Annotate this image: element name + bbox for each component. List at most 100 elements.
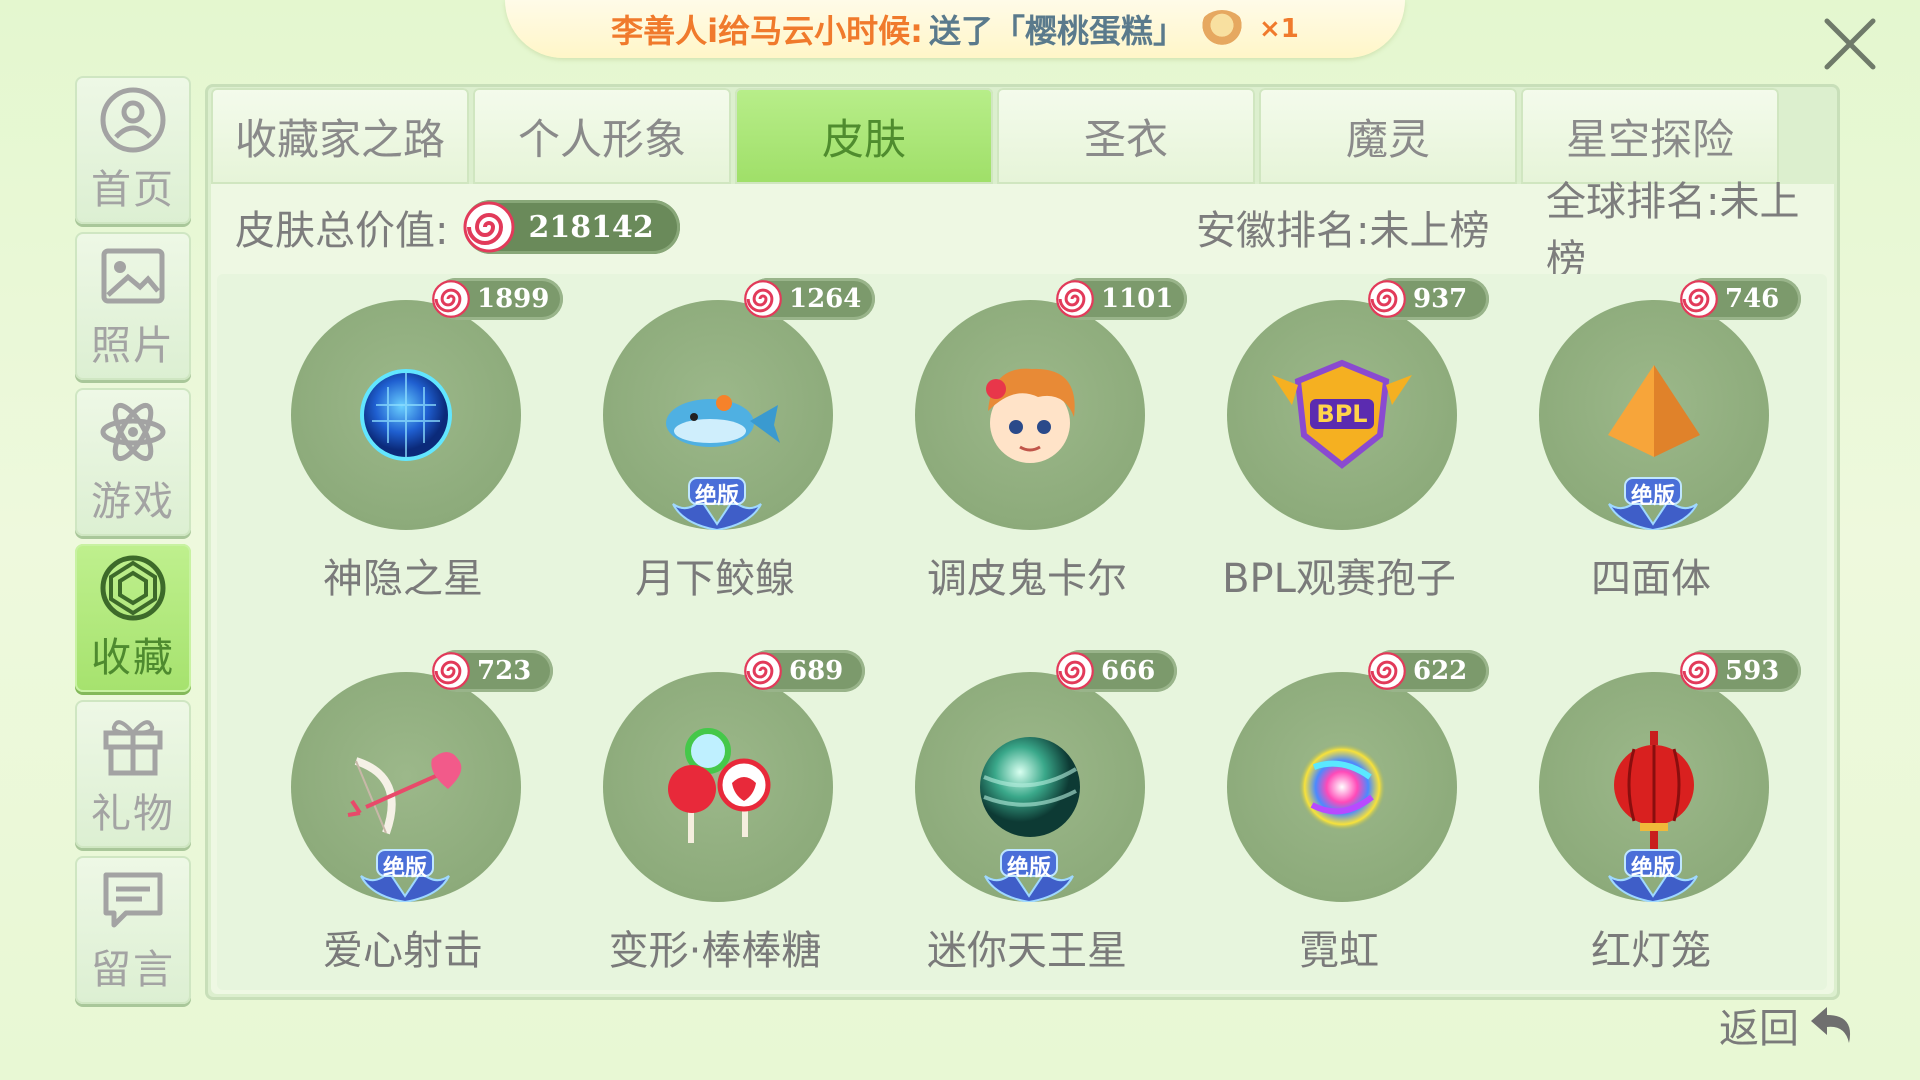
close-button[interactable]	[1820, 14, 1880, 74]
tab-skins[interactable]: 皮肤	[735, 88, 993, 184]
back-button[interactable]: 返回	[1710, 990, 1870, 1060]
limited-badge: 绝版	[1603, 474, 1703, 532]
tab-holy-cloth[interactable]: 圣衣	[997, 88, 1255, 184]
skin-value-row: 皮肤总价值: 218142 安徽排名:未上榜 全球排名:未上榜	[211, 179, 1834, 283]
candy-icon	[463, 201, 515, 253]
skin-item[interactable]: 绝版 593 红灯笼	[1495, 650, 1807, 990]
skin-name: 四面体	[1591, 556, 1711, 602]
candy-icon	[432, 280, 470, 318]
candy-icon	[1680, 652, 1718, 690]
lollipop-icon	[628, 697, 808, 877]
skins-grid: 1899 神隐之星 绝版 1264 月下鲛鳈 1101 调皮鬼卡尔 BPL 937 BPL观赛孢子…	[217, 274, 1827, 990]
svg-text:BPL: BPL	[1316, 400, 1367, 428]
candy-icon	[1368, 652, 1406, 690]
back-label: 返回	[1719, 1006, 1799, 1052]
skin-item[interactable]: 绝版 1264 月下鲛鳈	[559, 278, 876, 618]
cake-icon	[1198, 10, 1245, 48]
sidebar-item-collection[interactable]: 收藏	[75, 544, 191, 692]
limited-badge: 绝版	[979, 846, 1079, 904]
skin-price: 622	[1413, 656, 1468, 686]
sidebar-item-label: 礼物	[91, 791, 175, 837]
gem-icon	[100, 555, 166, 621]
sidebar-item-label: 留言	[91, 947, 175, 993]
skin-price: 937	[1413, 284, 1468, 314]
sidebar-item-games[interactable]: 游戏	[75, 388, 191, 536]
close-icon	[1824, 18, 1876, 70]
sidebar-item-label: 首页	[91, 167, 175, 213]
skin-price-badge: 1264	[744, 278, 876, 320]
collection-panel: 收藏家之路 个人形象 皮肤 圣衣 魔灵 星空探险 皮肤总价值: 218142 安…	[205, 84, 1840, 1000]
candy-icon	[1056, 652, 1094, 690]
limited-badge: 绝版	[1603, 846, 1703, 904]
atom-icon	[100, 402, 166, 462]
skin-name: 神隐之星	[323, 556, 483, 602]
neon-orb-icon	[1252, 697, 1432, 877]
limited-badge: 绝版	[355, 846, 455, 904]
skin-name: 迷你天王星	[927, 928, 1127, 974]
skin-item[interactable]: 绝版 723 爱心射击	[247, 650, 559, 990]
sidebar: 首页 照片 游戏 收藏 礼物 留言	[75, 76, 191, 1012]
gift-icon	[103, 720, 163, 776]
skin-item[interactable]: 1899 神隐之星	[247, 278, 564, 618]
total-value-label: 皮肤总价值:	[235, 208, 449, 254]
limited-badge-label: 绝版	[1630, 856, 1675, 881]
sidebar-item-photos[interactable]: 照片	[75, 232, 191, 380]
bpl-badge-icon: BPL	[1252, 325, 1432, 505]
tab-spirits[interactable]: 魔灵	[1259, 88, 1517, 184]
skin-name: 爱心射击	[323, 928, 483, 974]
sidebar-item-label: 收藏	[91, 635, 175, 681]
tab-personal-image[interactable]: 个人形象	[473, 88, 731, 184]
limited-badge: 绝版	[667, 474, 767, 532]
message-icon	[103, 872, 163, 928]
person-icon	[100, 87, 166, 153]
skin-price: 666	[1101, 656, 1156, 686]
candy-icon	[1680, 280, 1718, 318]
skin-price-badge: 666	[1056, 650, 1177, 692]
skin-item[interactable]: 622 霓虹	[1183, 650, 1495, 990]
skin-price-badge: 689	[744, 650, 865, 692]
limited-badge-label: 绝版	[1006, 856, 1051, 881]
limited-badge-label: 绝版	[382, 856, 427, 881]
total-value-badge: 218142	[463, 200, 680, 254]
sidebar-item-messages[interactable]: 留言	[75, 856, 191, 1004]
skins-content: 皮肤总价值: 218142 安徽排名:未上榜 全球排名:未上榜 1899 神隐之星…	[211, 179, 1834, 994]
province-rank: 安徽排名:未上榜	[1196, 208, 1490, 254]
skin-price: 1101	[1101, 284, 1174, 314]
skin-item[interactable]: 1101 调皮鬼卡尔	[871, 278, 1188, 618]
sidebar-item-gifts[interactable]: 礼物	[75, 700, 191, 848]
tab-collector-road[interactable]: 收藏家之路	[211, 88, 469, 184]
limited-badge-label: 绝版	[1630, 484, 1675, 509]
limited-badge-label: 绝版	[694, 484, 739, 509]
skin-name: 变形·棒棒糖	[608, 928, 822, 974]
skin-name: BPL观赛孢子	[1222, 556, 1456, 602]
skin-item[interactable]: 绝版 746 四面体	[1495, 278, 1807, 618]
skin-price-badge: 593	[1680, 650, 1801, 692]
skin-price: 1899	[477, 284, 550, 314]
banner-sender-text: 李善人i给马云小时候:	[611, 12, 923, 50]
global-rank: 全球排名:未上榜	[1546, 179, 1800, 283]
skin-item[interactable]: 689 变形·棒棒糖	[559, 650, 871, 990]
skin-price-badge: 937	[1368, 278, 1489, 320]
candy-icon	[744, 280, 782, 318]
skin-price-badge: 1899	[432, 278, 564, 320]
boy-face-icon	[940, 325, 1120, 505]
skin-price: 593	[1725, 656, 1780, 686]
skin-item[interactable]: BPL 937 BPL观赛孢子	[1183, 278, 1495, 618]
candy-icon	[744, 652, 782, 690]
skin-price-badge: 746	[1680, 278, 1801, 320]
skin-name: 调皮鬼卡尔	[927, 556, 1127, 602]
candy-icon	[1368, 280, 1406, 318]
skin-name: 月下鲛鳈	[635, 556, 795, 602]
candy-icon	[432, 652, 470, 690]
banner-count-text: ×1	[1258, 14, 1299, 44]
skin-name: 红灯笼	[1591, 928, 1711, 974]
skin-price: 689	[789, 656, 844, 686]
skin-item[interactable]: 绝版 666 迷你天王星	[871, 650, 1183, 990]
skin-price-badge: 723	[432, 650, 553, 692]
skin-price: 723	[477, 656, 532, 686]
skin-price: 746	[1725, 284, 1780, 314]
sidebar-item-label: 游戏	[91, 479, 175, 525]
skin-price-badge: 1101	[1056, 278, 1188, 320]
sidebar-item-home[interactable]: 首页	[75, 76, 191, 224]
skin-price-badge: 622	[1368, 650, 1489, 692]
